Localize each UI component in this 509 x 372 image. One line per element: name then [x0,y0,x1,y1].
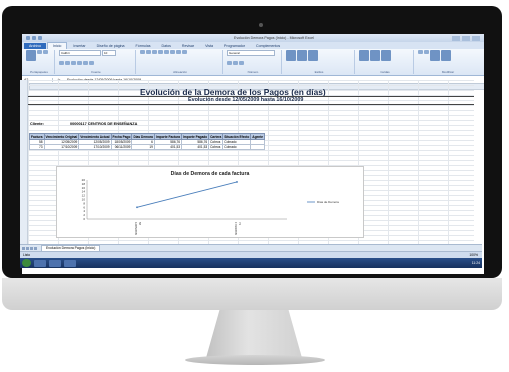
prev-sheet-icon[interactable] [26,246,29,250]
y-tick-label: 2 [83,213,85,217]
start-button[interactable] [22,259,31,267]
y-tick-label: 16 [82,186,86,190]
taskbar-app-icon[interactable] [34,259,46,267]
y-tick-label: 10 [82,198,86,202]
status-bar: Listo 100% [20,251,482,258]
invoice-table: Factura Vencimiento Original Vencimiento… [29,133,266,150]
client-label: Cliente: [30,122,44,126]
camera-dot [259,23,263,27]
x-tick-label: 17/10/2009 [234,222,238,236]
taskbar: 11:24 [20,258,482,268]
worksheet-area: Evolución de la Demora de los Pagos (en … [20,28,482,268]
monitor-chin [2,278,502,310]
table-cell[interactable]: Cobros [208,144,224,150]
line-chart[interactable]: 02468101214161820 12/05/2009 58 17/10/2009 7… [57,167,363,237]
table-row: 73 17/10/2009 17/10/2009 06/11/2009 19 4… [29,144,266,150]
y-tick-label: 6 [83,205,85,209]
y-tick-label: 4 [83,209,85,213]
status-text: Listo [23,253,31,257]
x-tick-label: 58 [138,222,142,225]
data-point [236,181,238,183]
y-tick-label: 18 [82,182,86,186]
x-tick-label: 12/05/2009 [134,222,138,236]
table-cell[interactable] [250,144,266,150]
table-cell[interactable]: 06/11/2009 [110,144,133,150]
x-tick-label: 73 [238,222,242,225]
y-tick-label: 0 [83,217,85,221]
chart-container[interactable]: Días de Demora de cada factura 0 2 4 6 8 10 12… [56,166,364,238]
table-cell[interactable]: Cobrado [222,144,252,150]
first-sheet-icon[interactable] [22,246,25,250]
taskbar-app-icon[interactable] [64,259,76,267]
sheet-subheading: Evolución desde 12/05/2009 hasta 16/10/2… [188,97,304,103]
client-value: 00000117 CENTROS DE ENSEÑANZA [70,122,138,126]
monitor-base [185,355,325,365]
row-headers[interactable] [20,80,28,244]
next-sheet-icon[interactable] [30,246,33,250]
taskbar-clock: 11:24 [471,261,480,265]
table-cell[interactable]: 73 [29,144,45,150]
y-tick-label: 12 [82,194,86,198]
series-line [136,181,238,208]
subheading-divider [28,104,474,105]
data-point [136,206,138,209]
taskbar-app-icon[interactable] [49,259,61,267]
y-tick-label: 8 [83,201,85,205]
y-tick-label: 14 [82,190,86,194]
y-tick-label: 20 [82,178,86,182]
sheet-tab-bar: Evolución Demora Pagos (Inicio) [20,244,482,252]
zoom-level[interactable]: 100% [469,253,478,257]
table-cell[interactable]: 18/05/2009 [110,139,133,145]
table-cell[interactable]: 401,53 [181,144,210,150]
legend-label: Días de Demora [317,200,339,204]
table-cell[interactable]: 401,53 [153,144,183,150]
last-sheet-icon[interactable] [34,246,37,250]
table-cell[interactable]: 17/10/2009 [43,144,80,150]
table-cell[interactable]: 17/10/2009 [78,144,112,150]
monitor-stand [205,310,303,360]
table-cell[interactable]: 19 [131,144,155,150]
